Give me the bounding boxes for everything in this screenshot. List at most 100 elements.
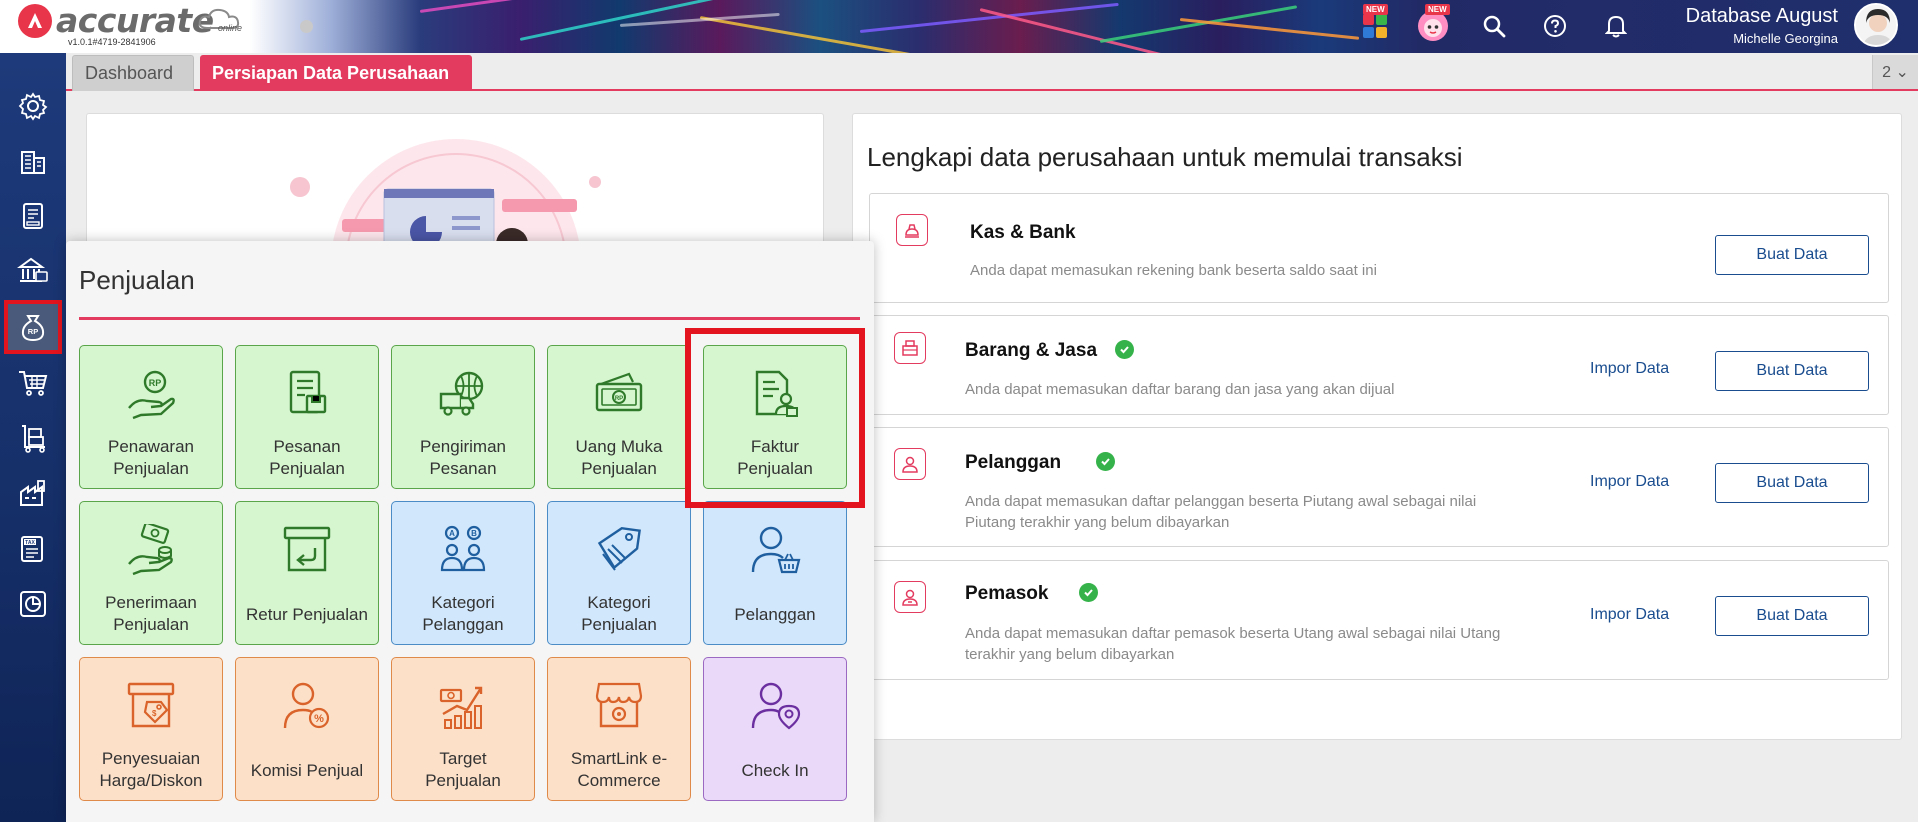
app-header: accurate online v1.0.1#4719-2841906 NEW … <box>0 0 1918 53</box>
tile-label: Pesanan Penjualan <box>269 437 345 478</box>
tile-label: Penyesuaian Harga/Diskon <box>99 749 203 790</box>
popup-divider <box>79 317 860 320</box>
tile-label: Retur Penjualan <box>246 605 368 624</box>
ledger-book-icon <box>23 203 43 229</box>
quotation-hand-icon: RP <box>128 370 175 420</box>
sidebar-item-sales[interactable]: RP <box>4 300 62 354</box>
assistant-button[interactable]: NEW <box>1415 4 1451 44</box>
tile-pengiriman-pesanan[interactable]: Pengiriman Pesanan <box>391 345 535 489</box>
customer-basket-icon <box>751 526 801 574</box>
database-name[interactable]: Database August <box>1686 5 1838 28</box>
sidebar-item-cash-bank[interactable] <box>8 248 58 294</box>
tile-kategori-pelanggan[interactable]: A B Kategori Pelanggan <box>391 501 535 645</box>
delivery-truck-icon <box>439 371 484 416</box>
tile-label: Target Penjualan <box>425 749 501 790</box>
accurate-logo[interactable]: accurate <box>18 4 214 38</box>
shopping-cart-icon <box>19 371 48 396</box>
receipt-hand-icon <box>128 524 173 576</box>
inventory-trolley-icon <box>22 425 45 453</box>
help-icon <box>1544 15 1566 37</box>
settings-icon <box>18 92 48 121</box>
search-button[interactable] <box>1476 8 1512 44</box>
setup-row-pelanggan: Pelanggan Anda dapat memasukan daftar pe… <box>869 427 1889 547</box>
sidebar-item-inventory[interactable] <box>8 415 58 461</box>
setup-row-desc: Anda dapat memasukan daftar pemasok bese… <box>965 625 1501 642</box>
tile-label: Kategori Penjualan <box>581 593 657 634</box>
sidebar-item-purchase[interactable] <box>8 360 58 406</box>
impor-data-barang-jasa-link[interactable]: Impor Data <box>1590 360 1669 378</box>
tile-retur-penjualan[interactable]: Retur Penjualan <box>235 501 379 645</box>
svg-text:RP: RP <box>615 396 623 402</box>
new-badge: NEW <box>1425 4 1450 15</box>
buat-data-pelanggan-button[interactable]: Buat Data <box>1715 463 1869 503</box>
sales-order-icon <box>289 370 327 414</box>
tile-label: Penawaran Penjualan <box>107 437 194 478</box>
impor-data-pelanggan-link[interactable]: Impor Data <box>1590 473 1669 491</box>
notification-button[interactable] <box>1598 8 1634 44</box>
setup-illustration <box>274 139 601 254</box>
help-button[interactable] <box>1537 8 1573 44</box>
apps-grid-icon <box>1363 14 1387 38</box>
open-tabs-dropdown[interactable]: 2 ⌄ <box>1872 55 1918 89</box>
tile-target-penjualan[interactable]: Target Penjualan <box>391 657 535 801</box>
svg-text:B: B <box>471 529 477 538</box>
tab-dashboard[interactable]: Dashboard <box>72 55 194 91</box>
tile-uang-muka-penjualan[interactable]: RP Uang Muka Penjualan <box>547 345 691 489</box>
sidebar: RP TAX <box>0 53 66 822</box>
supplier-icon <box>894 581 926 613</box>
tile-kategori-penjualan[interactable]: Kategori Penjualan <box>547 501 691 645</box>
buat-data-barang-jasa-button[interactable]: Buat Data <box>1715 351 1869 391</box>
user-avatar[interactable] <box>1854 3 1898 47</box>
tile-penawaran-penjualan[interactable]: RP Penawaran Penjualan <box>79 345 223 489</box>
setup-row-title: Barang & Jasa <box>965 340 1098 361</box>
buat-data-pemasok-button[interactable]: Buat Data <box>1715 596 1869 636</box>
sidebar-item-ledger[interactable] <box>8 193 58 239</box>
apps-button[interactable]: NEW <box>1357 4 1393 44</box>
setup-row-title: Pemasok <box>965 583 1049 604</box>
bank-icon <box>17 257 48 282</box>
sales-money-bag-icon: RP <box>21 315 45 342</box>
customer-category-icon: A B <box>440 525 486 572</box>
completed-check-icon <box>1079 583 1098 602</box>
bell-icon <box>1605 15 1627 38</box>
tile-check-in[interactable]: Check In <box>703 657 847 801</box>
setup-row-desc: Anda dapat memasukan daftar barang dan j… <box>965 381 1395 398</box>
ecommerce-store-icon <box>595 682 643 728</box>
tile-pesanan-penjualan[interactable]: Pesanan Penjualan <box>235 345 379 489</box>
price-adjustment-icon: $ <box>127 682 175 728</box>
tile-label: SmartLink e- Commerce <box>570 749 668 790</box>
sidebar-item-report[interactable] <box>8 581 58 627</box>
impor-data-pemasok-link[interactable]: Impor Data <box>1590 606 1669 624</box>
buat-data-kas-bank-button[interactable]: Buat Data <box>1715 235 1869 275</box>
tile-label: Check In <box>741 761 809 780</box>
setup-title: Lengkapi data perusahaan untuk memulai t… <box>867 142 1463 172</box>
popup-title: Penjualan <box>79 265 195 295</box>
logo-text: accurate <box>56 1 214 40</box>
status-dot <box>300 20 313 33</box>
setup-row-pemasok: Pemasok Anda dapat memasukan daftar pema… <box>869 560 1889 680</box>
sales-return-icon <box>283 526 331 572</box>
tile-penyesuaian-harga-diskon[interactable]: $ Penyesuaian Harga/Diskon <box>79 657 223 801</box>
report-pie-icon <box>20 591 46 617</box>
commission-icon: % <box>283 682 330 729</box>
setup-row-title: Pelanggan <box>965 452 1062 473</box>
tile-penerimaan-penjualan[interactable]: Penerimaan Penjualan <box>79 501 223 645</box>
tab-persiapan-data-perusahaan[interactable]: Persiapan Data Perusahaan <box>200 55 472 91</box>
setup-row-barang-jasa: Barang & Jasa Anda dapat memasukan dafta… <box>869 315 1889 415</box>
setup-row-desc-2: terakhir yang belum dibayarkan <box>965 646 1175 663</box>
sidebar-item-settings[interactable] <box>8 83 58 129</box>
sales-category-tag-icon <box>597 526 641 571</box>
down-payment-icon: RP <box>595 372 643 412</box>
check-in-icon <box>751 682 801 730</box>
tile-komisi-penjual[interactable]: % Komisi Penjual <box>235 657 379 801</box>
sidebar-item-production[interactable] <box>8 470 58 516</box>
sidebar-item-company[interactable] <box>8 138 58 184</box>
sidebar-item-tax[interactable]: TAX <box>8 526 58 572</box>
tile-label: Pelanggan <box>734 605 816 624</box>
user-name: Michelle Georgina <box>1733 31 1838 46</box>
tile-pelanggan[interactable]: Pelanggan <box>703 501 847 645</box>
setup-row-kas-bank: Kas & Bank Anda dapat memasukan rekening… <box>869 193 1889 303</box>
svg-text:$: $ <box>152 709 157 718</box>
svg-text:A: A <box>449 529 455 538</box>
tile-smartlink-ecommerce[interactable]: SmartLink e- Commerce <box>547 657 691 801</box>
